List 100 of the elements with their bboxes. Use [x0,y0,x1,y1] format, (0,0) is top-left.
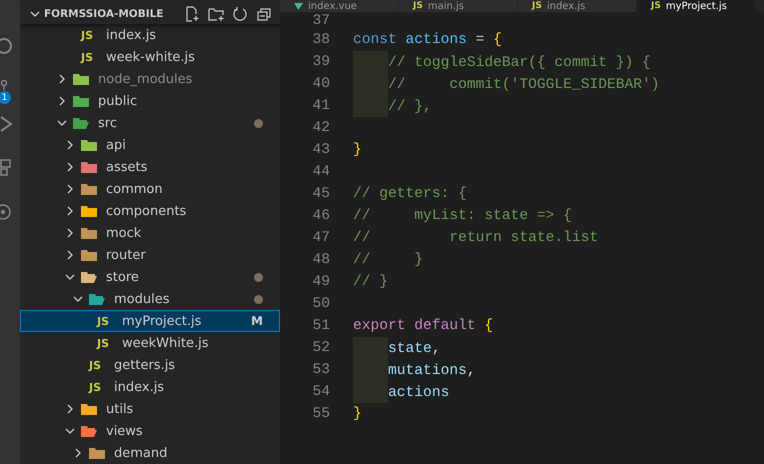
line-number: 50 [311,296,330,312]
tree-item[interactable]: JS week-white.js [20,46,280,68]
file-name: modules [114,292,170,306]
js-file-icon: JS [81,50,97,64]
tree-item[interactable]: components [20,200,280,222]
tree-item[interactable]: node_modules [20,68,280,90]
editor-tab[interactable]: JS main.js [399,0,518,12]
chevron-icon[interactable] [57,74,67,84]
file-name: api [106,138,126,152]
code-line: actions [353,381,450,403]
file-name: index.js [106,28,156,42]
code-line: mutations, [353,359,476,381]
js-file-icon: JS [97,336,113,350]
js-file-icon: JS [81,28,97,42]
file-name: store [106,270,139,284]
file-name: utils [106,402,134,416]
chevron-icon[interactable] [65,206,75,216]
code-line: // getters: { [353,186,467,202]
editor-tab[interactable]: index.vue [280,0,399,12]
tree-item[interactable]: assets [20,156,280,178]
code-line: const actions = { [353,32,502,48]
branch-icon[interactable] [0,80,8,90]
editor-tab[interactable]: JS myProject.js [637,0,756,12]
chevron-icon[interactable] [65,404,75,414]
file-name: week-white.js [106,50,195,64]
collapse-icon[interactable] [256,6,272,22]
js-file-icon: JS [413,1,423,11]
file-name: demand [114,446,168,460]
js-file-icon: JS [89,380,105,394]
editor-tab[interactable]: JS index.js [518,0,637,12]
tree-item[interactable]: JS index.js [20,24,280,46]
file-name: getters.js [114,358,176,372]
chevron-icon[interactable] [65,184,75,194]
file-name: weekWhite.js [122,336,208,350]
chevron-icon[interactable] [73,448,83,458]
line-number: 49 [311,274,330,290]
tree-item[interactable]: public [20,90,280,112]
file-name: myProject.js [122,314,202,328]
file-name: components [106,204,186,218]
code-line: // } [353,274,388,290]
tree-item[interactable]: store [20,266,280,288]
tree-item[interactable]: common [20,178,280,200]
tree-item[interactable]: JS index.js [20,376,280,398]
line-number: 40 [311,76,330,92]
line-number: 42 [311,120,330,136]
file-name: views [106,424,143,438]
chevron-icon[interactable] [73,294,83,304]
git-status: M [251,314,263,328]
line-number: 47 [311,230,330,246]
line-number: 53 [311,362,330,378]
file-name: public [98,94,138,108]
tree-item[interactable]: mock [20,222,280,244]
tree-item[interactable]: utils [20,398,280,420]
chevron-icon[interactable] [57,118,67,128]
js-file-icon: JS [532,1,542,11]
tree-item[interactable]: src [20,112,280,134]
line-number: 39 [311,54,330,70]
tree-item[interactable]: JS myProject.js M [20,310,280,332]
file-name: node_modules [98,72,192,86]
new-file-icon[interactable] [184,6,200,22]
tree-item[interactable]: JS getters.js [20,354,280,376]
chevron-icon[interactable] [65,140,75,150]
js-file-icon: JS [651,1,661,11]
file-name: mock [106,226,142,240]
line-number: 54 [311,384,330,400]
chevron-icon[interactable] [65,272,75,282]
code-line: export default { [353,318,494,334]
tree-item[interactable]: views [20,420,280,442]
line-number: 51 [311,318,330,334]
tree-item[interactable]: modules [20,288,280,310]
new-folder-icon[interactable] [208,6,224,22]
code-line: state, [353,337,441,359]
code-line: } [353,406,362,422]
code-line: // toggleSideBar({ commit }) { [353,51,651,73]
file-name: assets [106,160,148,174]
tree-item[interactable]: api [20,134,280,156]
chevron-icon[interactable] [30,9,40,19]
chevron-icon[interactable] [65,228,75,238]
tree-item[interactable]: JS weekWhite.js [20,332,280,354]
line-number: 46 [311,208,330,224]
code-line: // } [353,252,424,268]
line-number: 38 [311,32,330,48]
chevron-icon[interactable] [57,96,67,106]
line-number: 41 [311,98,330,114]
chevron-icon[interactable] [65,250,75,260]
tree-item[interactable]: demand [20,442,280,464]
file-name: common [106,182,163,196]
chevron-icon[interactable] [65,162,75,172]
vue-icon [294,2,303,10]
line-number: 52 [311,340,330,356]
refresh-icon[interactable] [232,6,248,22]
tree-item[interactable]: router [20,244,280,266]
line-number: 48 [311,252,330,268]
chevron-icon[interactable] [65,426,75,436]
file-name: router [106,248,146,262]
file-name: src [98,116,117,130]
project-title: FORMSSIOA-MOBILE [44,8,164,20]
code-line: // myList: state => { [353,208,572,224]
line-number: 37 [311,13,330,29]
line-number: 55 [311,406,330,422]
